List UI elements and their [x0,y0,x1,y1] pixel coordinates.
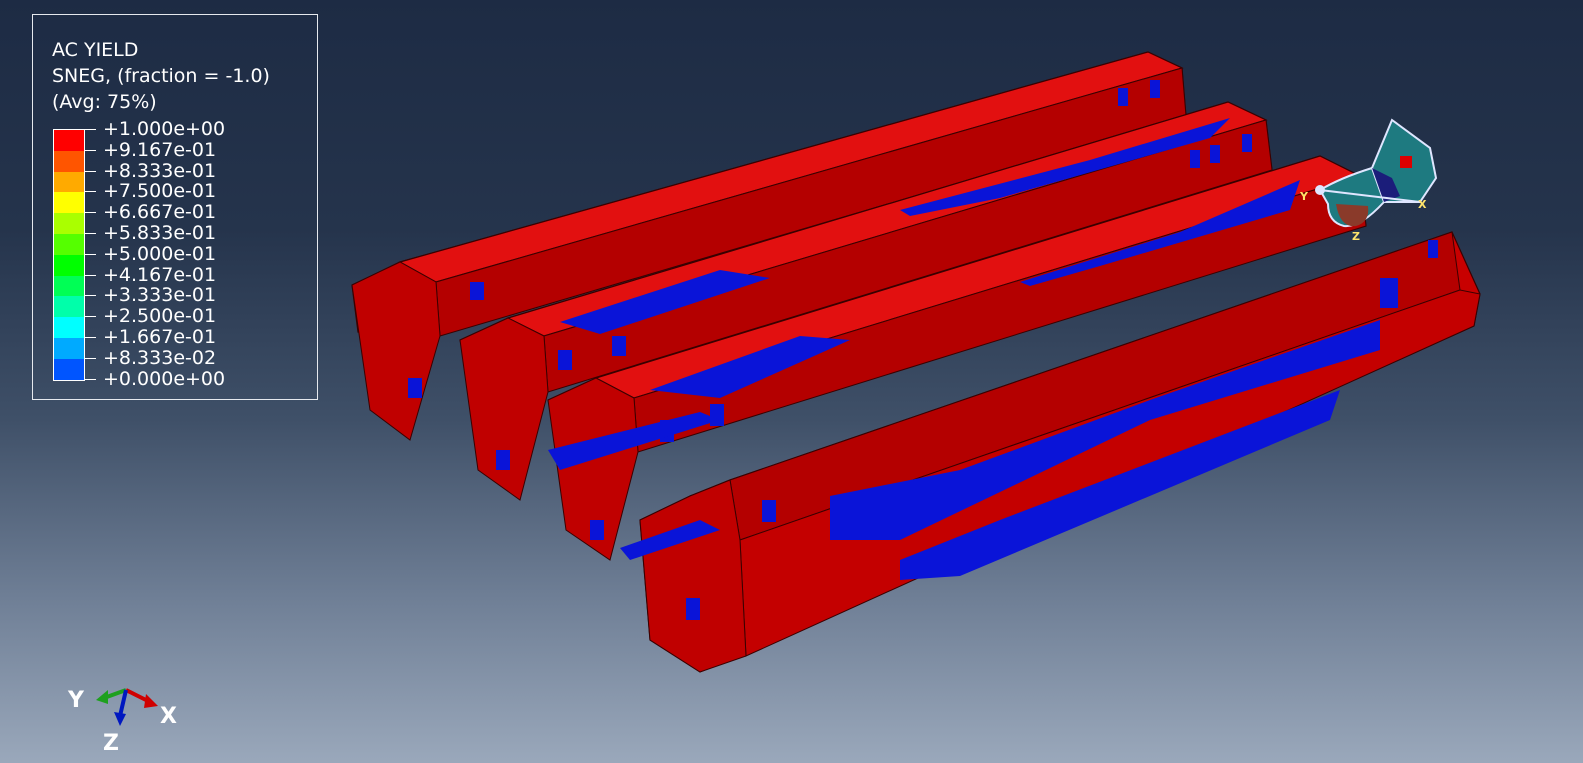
model-render[interactable] [0,0,1583,763]
view-widget-x-label: X [1418,198,1427,211]
view-widget-z-label: Z [1352,230,1360,243]
triad-y-label: Y [68,688,84,713]
triad-z-label: Z [103,731,119,756]
view-widget-y-label: Y [1300,190,1308,203]
view-cube-widget[interactable] [1300,118,1450,248]
triad-x-label: X [160,704,177,729]
viewport[interactable]: AC YIELD SNEG, (fraction = -1.0) (Avg: 7… [0,0,1583,763]
